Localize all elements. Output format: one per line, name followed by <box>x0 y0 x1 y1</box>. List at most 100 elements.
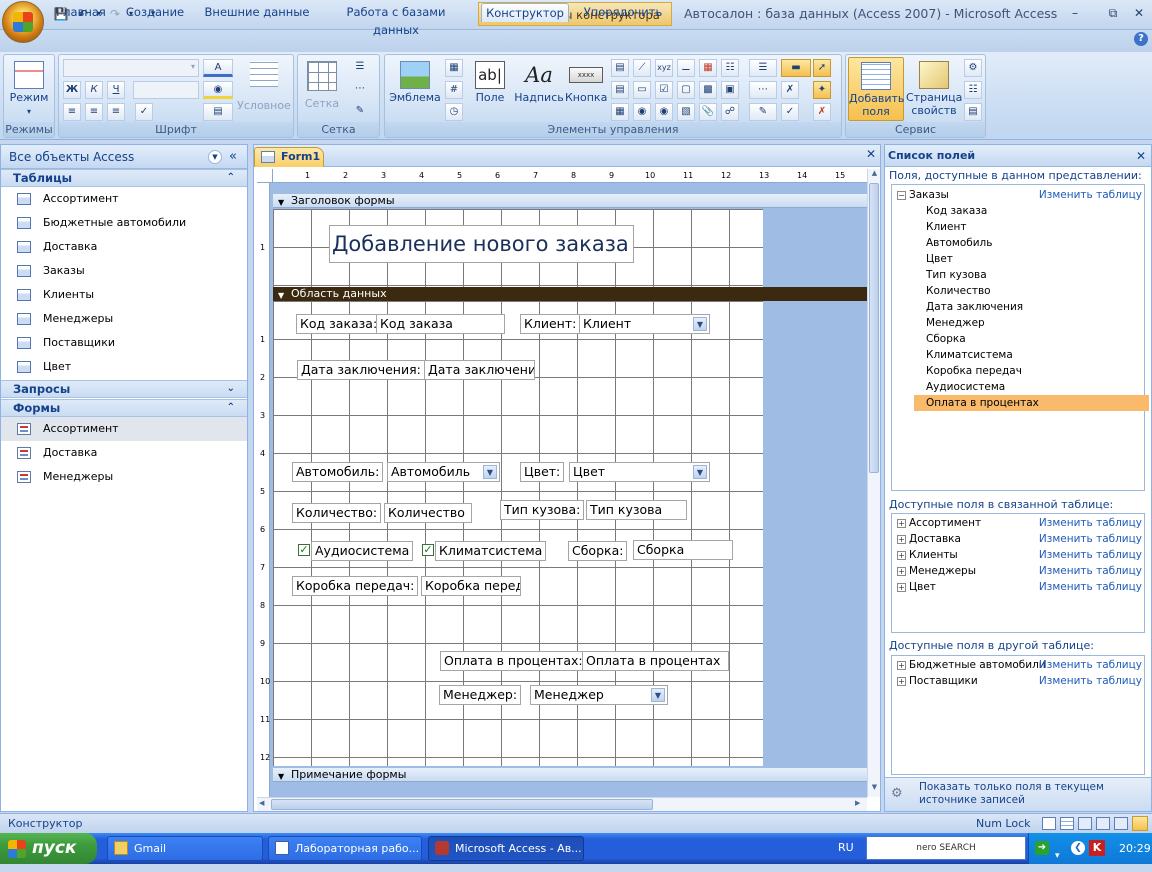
nav-section-queries[interactable]: Запросы ⌄ <box>1 380 247 398</box>
design-view-icon[interactable] <box>1132 816 1148 831</box>
field-item[interactable]: Автомобиль <box>924 235 994 251</box>
client-label[interactable]: Клиент: <box>520 314 581 334</box>
nav-collapse-icon[interactable]: « <box>229 145 237 169</box>
related-table-row[interactable]: + Цвет Изменить таблицу <box>892 579 1144 595</box>
audio-checkbox[interactable]: ✓ <box>298 544 310 556</box>
page-break-icon[interactable]: ▢ <box>677 81 695 99</box>
section-bar-detail[interactable]: ▼ Область данных <box>273 287 867 301</box>
bound-object-icon[interactable]: ◉ <box>655 103 673 121</box>
expand-icon[interactable]: + <box>897 551 906 560</box>
form-title-label[interactable]: Добавление нового заказа <box>329 225 634 263</box>
italic-button[interactable]: К <box>85 81 103 99</box>
task-access[interactable]: Microsoft Access - Ав... <box>428 836 584 861</box>
gearbox-field[interactable]: Коробка перед <box>421 576 521 596</box>
related-table-row[interactable]: + Менеджеры Изменить таблицу <box>892 563 1144 579</box>
field-item[interactable]: Цвет <box>924 251 955 267</box>
layout-view-icon[interactable] <box>1114 817 1128 830</box>
office-button[interactable] <box>2 1 44 43</box>
scroll-left-icon[interactable]: ◀ <box>259 799 264 807</box>
fill-color-icon[interactable]: ◉ <box>203 81 233 99</box>
tab-order-icon[interactable]: ▤ <box>964 103 982 121</box>
line-color-pen-icon[interactable]: ✎ <box>346 103 374 121</box>
horizontal-scrollbar[interactable]: ◀ ▶ <box>257 797 867 811</box>
field-item[interactable]: Аудиосистема <box>924 379 1007 395</box>
wizard-icon[interactable]: ✦ <box>813 81 831 99</box>
scroll-thumb[interactable] <box>271 799 653 810</box>
field-item[interactable]: Сборка <box>924 331 968 347</box>
tab-design[interactable]: Конструктор <box>481 3 569 22</box>
effect-icon[interactable]: ✗ <box>781 81 799 99</box>
subform-icon[interactable]: ☷ <box>721 59 739 77</box>
collapse-icon[interactable]: − <box>897 191 906 200</box>
task-word[interactable]: Лабораторная рабо... <box>268 836 422 861</box>
other-table-row[interactable]: + Поставщики Изменить таблицу <box>892 673 1144 689</box>
tray-arrow-icon[interactable]: ➜ <box>1035 841 1049 855</box>
body-type-label[interactable]: Тип кузова: <box>500 500 585 520</box>
car-label[interactable]: Автомобиль: <box>292 462 384 482</box>
close-icon[interactable]: ✕ <box>1136 145 1146 167</box>
date-label[interactable]: Дата заключения: <box>297 360 425 380</box>
scroll-up-icon[interactable]: ▲ <box>869 169 880 182</box>
field-item[interactable]: Климатсистема <box>924 347 1015 363</box>
pen-color-icon[interactable]: ✎ <box>749 103 777 121</box>
form1-tab[interactable]: Form1 <box>254 147 324 167</box>
bold-button[interactable]: Ж <box>63 81 81 99</box>
button-button[interactable]: xxxx Кнопка <box>565 61 607 104</box>
table-row-orders[interactable]: − Заказы Изменить таблицу <box>892 187 1144 203</box>
form-view-icon[interactable] <box>1042 817 1056 830</box>
related-table-row[interactable]: + Доставка Изменить таблицу <box>892 531 1144 547</box>
expand-icon[interactable]: + <box>897 567 906 576</box>
nav-section-forms[interactable]: Формы ⌃ <box>1 399 247 417</box>
nero-search-box[interactable]: nero SEARCH <box>866 836 1026 860</box>
underline-button[interactable]: Ч <box>107 81 125 99</box>
quantity-label[interactable]: Количество: <box>292 503 382 523</box>
nav-menu-icon[interactable]: ▼ <box>208 150 222 164</box>
expand-icon[interactable]: + <box>897 661 906 670</box>
date-time-icon[interactable]: ◷ <box>445 103 463 121</box>
logo-button[interactable]: Эмблема <box>389 61 441 104</box>
close-icon[interactable]: ✕ <box>1126 4 1152 22</box>
dropdown-arrow-icon[interactable]: ▼ <box>651 688 665 702</box>
edit-table-link[interactable]: Изменить таблицу <box>1039 187 1142 203</box>
line-width-icon[interactable]: ☰ <box>749 59 777 77</box>
title-icon[interactable]: ▦ <box>445 59 463 77</box>
font-name-select[interactable]: ▾ <box>63 59 199 77</box>
line-style-icon[interactable]: ⋯ <box>749 81 777 99</box>
line-icon[interactable]: ⟋ <box>633 59 651 77</box>
field-item[interactable]: Дата заключения <box>924 299 1025 315</box>
nav-form-item[interactable]: Ассортимент <box>1 417 247 441</box>
related-table-row[interactable]: + Клиенты Изменить таблицу <box>892 547 1144 563</box>
label-button[interactable]: Aa Надпись <box>513 61 565 104</box>
vertical-scrollbar[interactable]: ▲ ▼ <box>867 169 880 797</box>
expand-icon[interactable]: + <box>897 519 906 528</box>
tray-back-icon[interactable]: ❮ <box>1071 841 1085 855</box>
edit-table-link[interactable]: Изменить таблицу <box>1039 515 1142 531</box>
tab-control-icon[interactable]: ▤ <box>611 59 629 77</box>
line-color-icon[interactable]: ▤ <box>203 103 233 121</box>
nav-table-item[interactable]: Бюджетные автомобили <box>1 211 247 235</box>
scroll-down-icon[interactable]: ▼ <box>869 783 880 796</box>
section-bar-footer[interactable]: ▼ Примечание формы <box>273 768 867 782</box>
nav-table-item[interactable]: Поставщики <box>1 331 247 355</box>
edit-table-link[interactable]: Изменить таблицу <box>1039 673 1142 689</box>
field-button[interactable]: ab| Поле <box>471 61 509 104</box>
manager-label[interactable]: Менеджер: <box>439 685 522 705</box>
language-indicator[interactable]: RU <box>838 841 854 854</box>
chart-icon[interactable]: ▦ <box>699 59 717 77</box>
control-style-icon[interactable]: ▬ <box>781 59 811 77</box>
edit-table-link[interactable]: Изменить таблицу <box>1039 657 1142 673</box>
section-bar-header[interactable]: ▼ Заголовок формы <box>273 194 867 208</box>
macro-icon[interactable]: ☷ <box>964 81 982 99</box>
nav-table-item[interactable]: Клиенты <box>1 283 247 307</box>
list-box-icon[interactable]: ▤ <box>611 81 629 99</box>
audio-label[interactable]: Аудиосистема <box>311 541 414 561</box>
page-number-icon[interactable]: # <box>445 81 463 99</box>
option-icon[interactable]: ◉ <box>633 103 651 121</box>
nav-table-item[interactable]: Ассортимент <box>1 187 247 211</box>
code-icon[interactable]: ⚙ <box>964 59 982 77</box>
field-item[interactable]: Менеджер <box>924 315 987 331</box>
nav-form-item[interactable]: Доставка <box>1 441 247 465</box>
client-combo[interactable]: Клиент ▼ <box>579 314 710 334</box>
dropdown-arrow-icon[interactable]: ▼ <box>693 317 707 331</box>
tab-external-data[interactable]: Внешние данные <box>200 3 314 22</box>
